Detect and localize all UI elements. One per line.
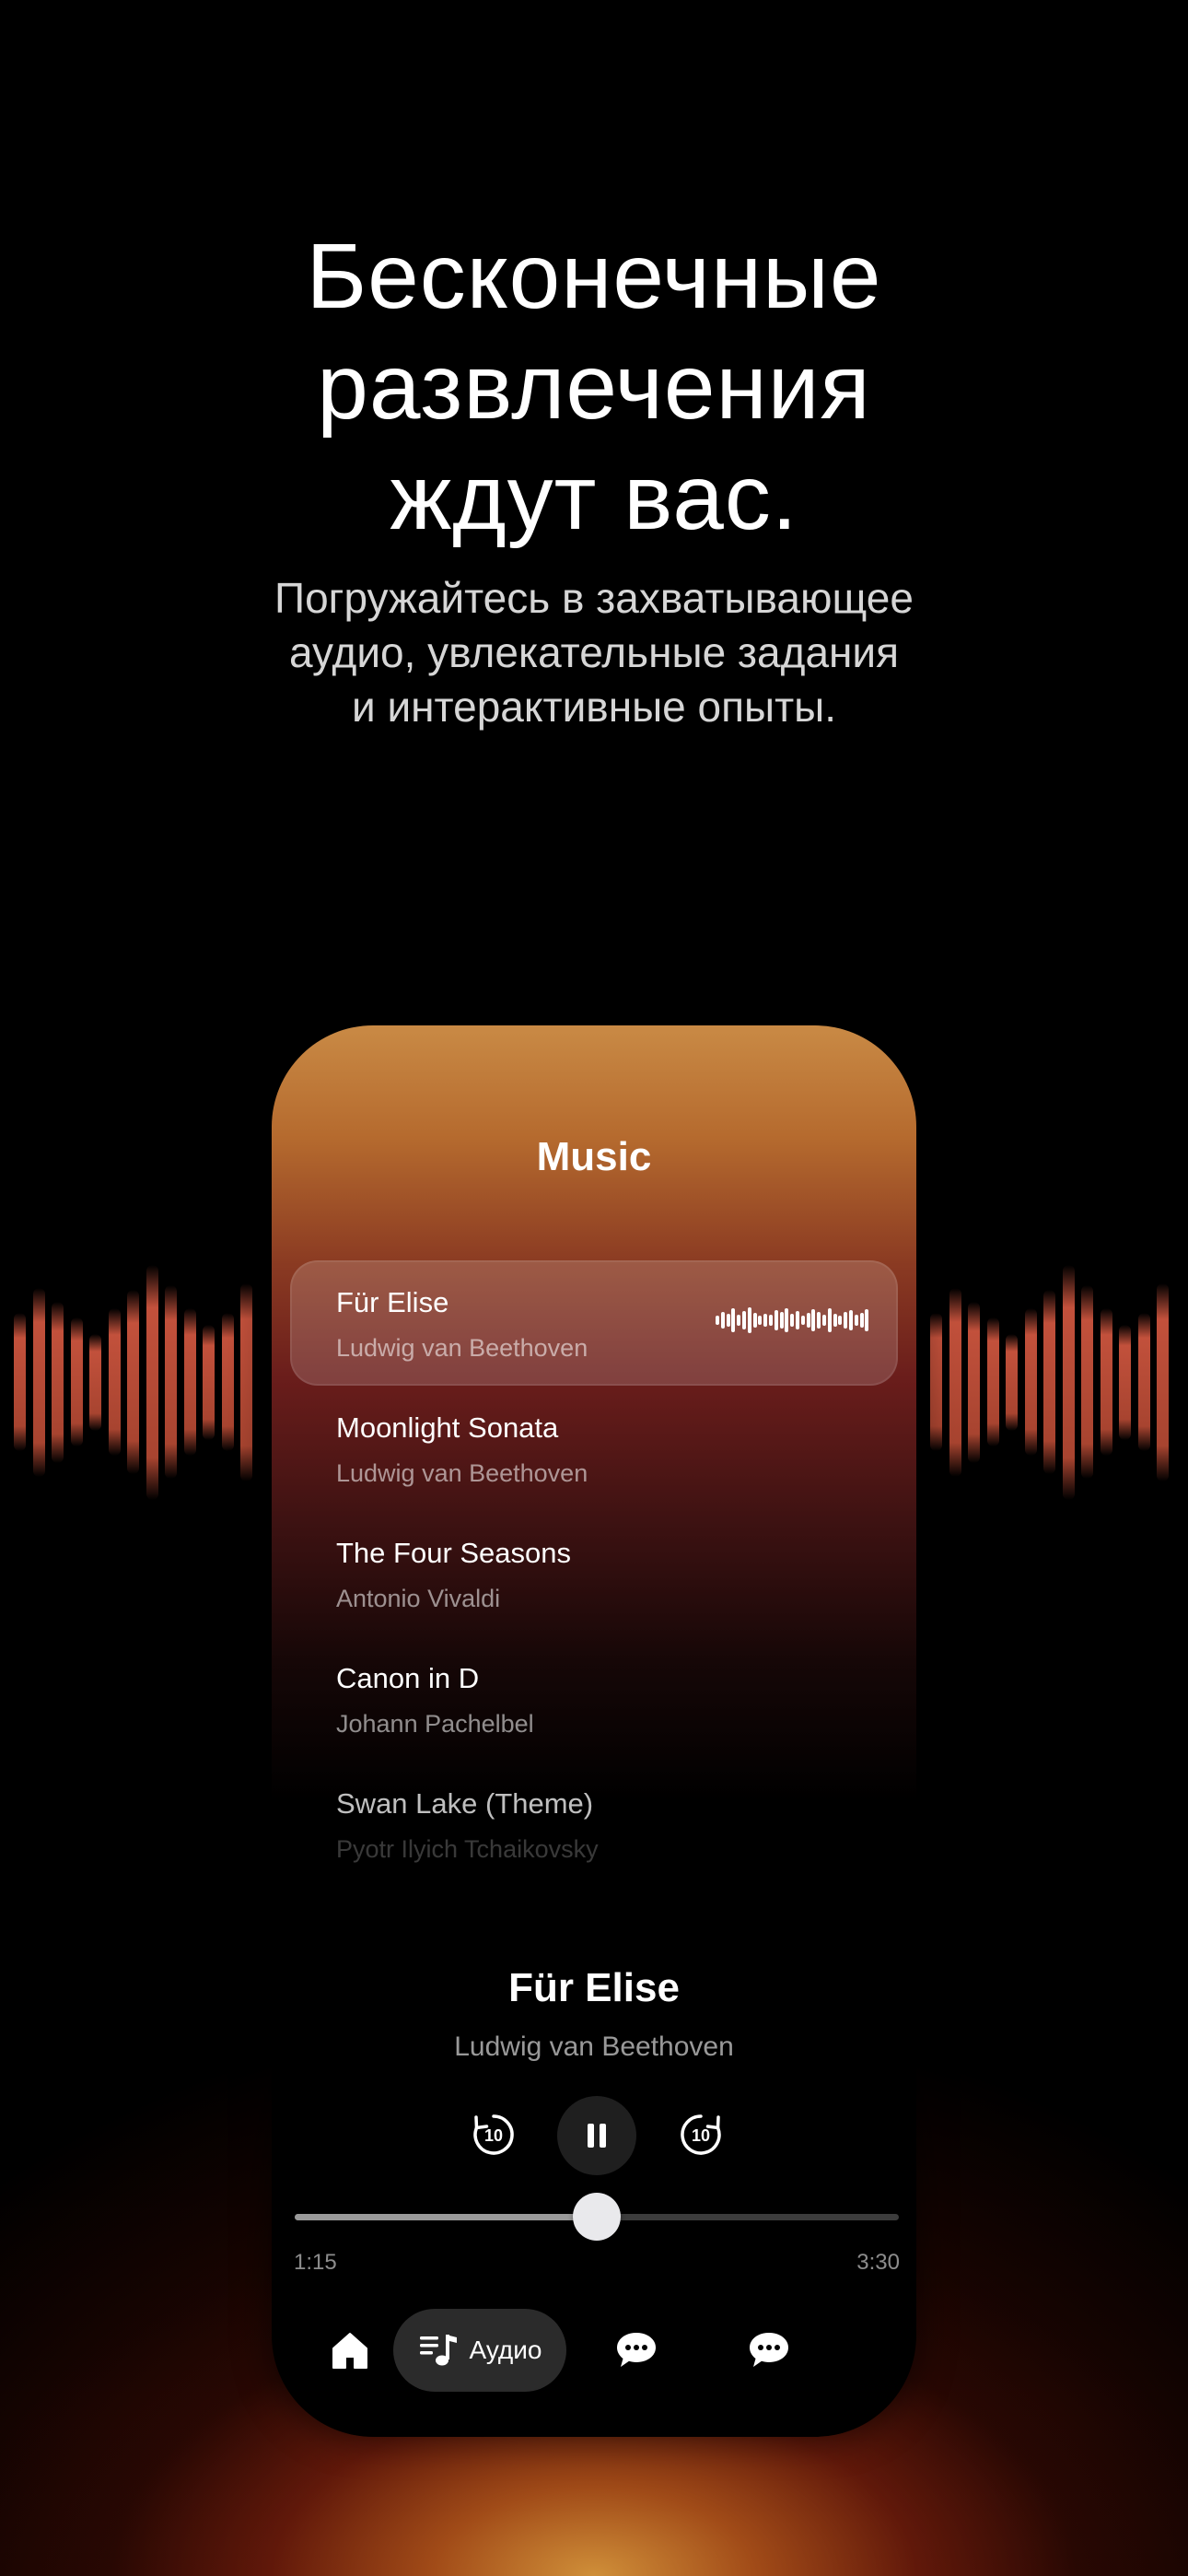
track-title: Moonlight Sonata [336,1411,559,1444]
app-title: Music [536,1134,652,1179]
skip-forward-button[interactable]: 10 [673,2107,728,2162]
track-title: Für Elise [336,1286,449,1318]
equalizer-bar [1119,1324,1131,1440]
track-artist: Ludwig van Beethoven [336,1459,588,1487]
track-title: Swan Lake (Theme) [336,1787,594,1820]
track-row[interactable]: Für Elise Ludwig van Beethoven [290,1260,898,1386]
track-artist: Ludwig van Beethoven [336,1334,588,1362]
rewind-10-icon: 10 [473,2114,514,2155]
now-playing-title: Für Elise [508,1965,680,2010]
tab-chat-1[interactable] [614,2329,658,2371]
tab-home[interactable] [329,2329,371,2371]
equalizer-bar [240,1282,252,1481]
tab-audio[interactable]: Аудио [393,2309,566,2392]
chat-bubble-icon [750,2333,788,2367]
track-title: The Four Seasons [336,1537,572,1569]
promo-headline: Бесконечные развлечения ждут вас. [306,225,882,549]
total-duration: 3:30 [856,2250,900,2275]
playing-waveform-icon [716,1306,872,1334]
elapsed-time: 1:15 [294,2250,337,2275]
equalizer-bar [1081,1285,1093,1479]
tab-bar: Аудио [272,2309,916,2392]
equalizer-left-decoration [14,1244,272,1520]
chat-bubble-icon [617,2333,656,2367]
skip-back-seconds: 10 [484,2126,503,2145]
track-row[interactable]: The Four Seasons Antonio Vivaldi [290,1511,898,1636]
track-row[interactable]: Moonlight Sonata Ludwig van Beethoven [290,1386,898,1511]
equalizer-bar [1137,1313,1150,1451]
track-artist: Johann Pachelbel [336,1710,534,1738]
equalizer-bar [221,1313,234,1451]
equalizer-bar [70,1317,83,1446]
equalizer-bar [1100,1308,1112,1456]
phone-mockup: Music Für Elise Ludwig van Beethoven Moonl… [272,1025,916,2437]
equalizer-bar [203,1324,215,1440]
tab-chat-2[interactable] [747,2329,791,2371]
track-row[interactable]: Swan Lake (Theme) Pyotr Ilyich Tchaikovsk… [290,1762,898,1887]
now-playing-artist: Ludwig van Beethoven [454,2032,734,2062]
equalizer-bar [949,1287,961,1477]
equalizer-bar [1062,1264,1075,1500]
promo-subline: Погружайтесь в захватывающее аудио, увле… [274,574,914,731]
equalizer-bar [32,1287,45,1477]
equalizer-bar [127,1290,139,1474]
forward-10-icon: 10 [681,2114,721,2155]
equalizer-bar [14,1313,26,1451]
progress-slider[interactable] [295,2193,899,2241]
equalizer-bar [146,1264,158,1500]
tab-audio-label: Аудио [469,2336,542,2364]
progress-thumb[interactable] [573,2193,621,2241]
home-icon [332,2333,367,2369]
equalizer-bar [930,1313,942,1451]
track-artist: Antonio Vivaldi [336,1585,501,1612]
equalizer-bar [52,1301,64,1463]
equalizer-bar [183,1308,196,1456]
pause-icon [588,2124,606,2148]
equalizer-bar [1043,1290,1055,1474]
equalizer-bar [1006,1333,1018,1431]
track-title: Canon in D [336,1662,480,1694]
equalizer-bar [1024,1308,1037,1456]
audio-list-icon [419,2335,457,2366]
progress-fill [295,2214,597,2220]
equalizer-bar [108,1308,121,1456]
track-artist: Pyotr Ilyich Tchaikovsky [336,1835,599,1863]
pause-button[interactable] [557,2096,636,2175]
track-row[interactable]: Canon in D Johann Pachelbel [290,1636,898,1762]
skip-forward-seconds: 10 [692,2126,710,2145]
equalizer-bar [986,1317,999,1446]
equalizer-bar [968,1301,980,1463]
equalizer-bar [165,1285,177,1479]
skip-back-button[interactable]: 10 [466,2107,521,2162]
equalizer-right-decoration [930,1244,1188,1520]
equalizer-bar [89,1333,101,1431]
equalizer-bar [1157,1282,1169,1481]
